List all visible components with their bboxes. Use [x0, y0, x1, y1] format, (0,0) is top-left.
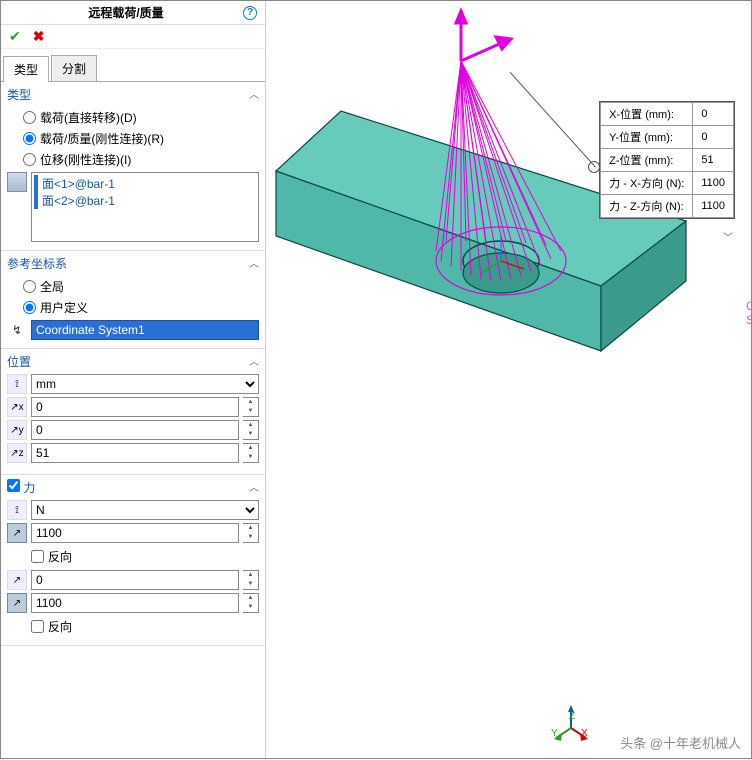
info-fx-val[interactable]: 1100	[693, 172, 734, 195]
list-item[interactable]: 面<2>@bar-1	[34, 192, 256, 209]
section-cs: 参考坐标系 ︿ 全局 用户定义 ↯ Coordinate System1	[1, 251, 265, 349]
spinner[interactable]: ▲▼	[243, 523, 259, 543]
fy-input[interactable]	[31, 570, 239, 590]
section-title-position: 位置	[7, 353, 259, 370]
scroll-area[interactable]: 类型 ︿ 载荷(直接转移)(D) 载荷/质量(刚性连接)(R) 位移(刚性连接)…	[1, 82, 265, 758]
viewport-3d[interactable]: Coordinate System1 X-位置 (mm):0 Y-位置 (mm)…	[266, 1, 751, 758]
tabs: 类型 分割	[1, 49, 265, 82]
chevron-up-icon[interactable]: ︿	[249, 353, 259, 368]
x-axis-icon[interactable]: ↗x	[7, 397, 27, 417]
tab-type[interactable]: 类型	[3, 56, 49, 82]
section-force: 力 ︿ ⟟ N ↗ ▲▼ 反向 ↗ ▲▼ ↗ ▲▼ 反向	[1, 475, 265, 646]
section-title-type: 类型	[7, 86, 259, 103]
fy-icon[interactable]: ↗	[7, 570, 27, 590]
info-fz-label: 力 - Z-方向 (N):	[601, 195, 693, 218]
z-axis-icon[interactable]: ↗z	[7, 443, 27, 463]
list-item[interactable]: 面<1>@bar-1	[34, 175, 256, 192]
chevron-up-icon[interactable]: ︿	[249, 86, 259, 101]
info-callout[interactable]: X-位置 (mm):0 Y-位置 (mm):0 Z-位置 (mm):51 力 -…	[599, 101, 735, 219]
panel-header: 远程载荷/质量 ?	[1, 1, 265, 25]
y-position-input[interactable]	[31, 420, 239, 440]
info-x-label: X-位置 (mm):	[601, 103, 693, 126]
confirm-row: ✔ ✖	[1, 25, 265, 49]
fx-icon[interactable]: ↗	[7, 523, 27, 543]
radio-rigid-load[interactable]: 载荷/质量(刚性连接)(R)	[7, 128, 259, 149]
unit-icon[interactable]: ⟟	[7, 374, 27, 394]
reverse-fz[interactable]: 反向	[7, 616, 259, 637]
watermark: 头条 @十年老机械人	[620, 733, 741, 752]
info-y-label: Y-位置 (mm):	[601, 126, 693, 149]
tab-split[interactable]: 分割	[51, 55, 97, 81]
section-position: 位置 ︿ ⟟ mm ↗x ▲▼ ↗y ▲▼ ↗z ▲▼	[1, 349, 265, 475]
triad-y: Y	[551, 728, 558, 739]
chevron-down-icon[interactable]: ﹀	[723, 229, 733, 244]
y-axis-icon[interactable]: ↗y	[7, 420, 27, 440]
callout-target	[588, 161, 598, 171]
cs-icon[interactable]: ↯	[7, 320, 27, 340]
cs-label-3d: Coordinate System1	[746, 299, 752, 327]
info-z-label: Z-位置 (mm):	[601, 149, 693, 172]
fx-input[interactable]	[31, 523, 239, 543]
spinner[interactable]: ▲▼	[243, 420, 259, 440]
info-x-val[interactable]: 0	[693, 103, 734, 126]
spinner[interactable]: ▲▼	[243, 397, 259, 417]
spinner[interactable]: ▲▼	[243, 443, 259, 463]
fz-icon[interactable]: ↗	[7, 593, 27, 613]
section-title-force: 力	[7, 479, 259, 496]
section-title-cs: 参考坐标系	[7, 255, 259, 272]
property-panel: 远程载荷/质量 ? ✔ ✖ 类型 分割 类型 ︿ 载荷(直接转移)(D) 载荷/…	[1, 1, 266, 758]
radio-direct-transfer[interactable]: 载荷(直接转移)(D)	[7, 107, 259, 128]
radio-rigid-disp[interactable]: 位移(刚性连接)(I)	[7, 149, 259, 170]
x-position-input[interactable]	[31, 397, 239, 417]
ok-icon[interactable]: ✔	[9, 28, 21, 45]
force-enable-checkbox[interactable]	[7, 479, 20, 492]
info-y-val[interactable]: 0	[693, 126, 734, 149]
fz-input[interactable]	[31, 593, 239, 613]
triad-x: X	[581, 728, 588, 739]
reverse-fx[interactable]: 反向	[7, 546, 259, 567]
chevron-up-icon[interactable]: ︿	[249, 255, 259, 270]
info-fz-val[interactable]: 1100	[693, 195, 734, 218]
chevron-up-icon[interactable]: ︿	[249, 479, 259, 494]
face-list[interactable]: 面<1>@bar-1 面<2>@bar-1	[31, 172, 259, 242]
info-z-val[interactable]: 51	[693, 149, 734, 172]
section-type: 类型 ︿ 载荷(直接转移)(D) 载荷/质量(刚性连接)(R) 位移(刚性连接)…	[1, 82, 265, 251]
radio-user[interactable]: 用户定义	[7, 297, 259, 318]
spinner[interactable]: ▲▼	[243, 570, 259, 590]
info-fx-label: 力 - X-方向 (N):	[601, 172, 693, 195]
help-icon[interactable]: ?	[243, 6, 257, 20]
cs-selection[interactable]: Coordinate System1	[31, 320, 259, 340]
triad-z: Z	[569, 711, 575, 722]
radio-global[interactable]: 全局	[7, 276, 259, 297]
face-select-icon[interactable]	[7, 172, 27, 192]
panel-title: 远程载荷/质量	[9, 4, 243, 21]
spinner[interactable]: ▲▼	[243, 593, 259, 613]
force-unit-select[interactable]: N	[31, 500, 259, 520]
z-position-input[interactable]	[31, 443, 239, 463]
cancel-icon[interactable]: ✖	[33, 28, 45, 45]
view-triad: Z X Y	[551, 703, 591, 743]
unit-icon[interactable]: ⟟	[7, 500, 27, 520]
unit-select[interactable]: mm	[31, 374, 259, 394]
